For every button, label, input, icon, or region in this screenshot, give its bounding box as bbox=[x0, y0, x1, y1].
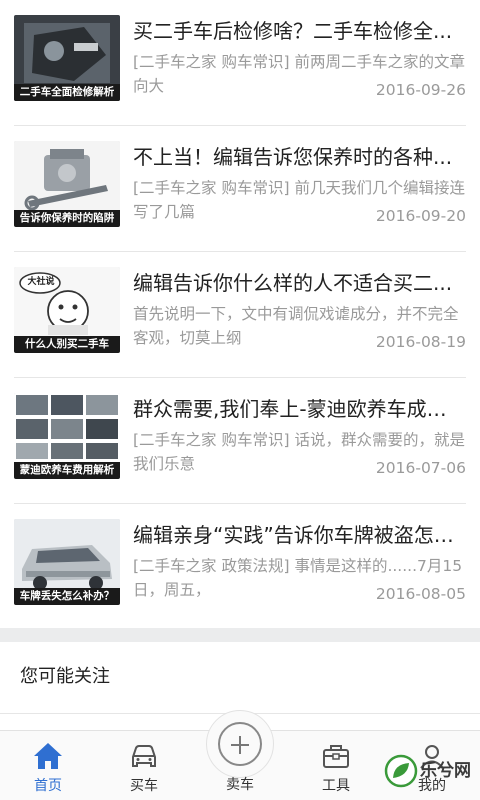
car-icon bbox=[132, 745, 156, 767]
article-item[interactable]: 车牌丢失怎么补办？ 编辑亲身“实践”告诉你车牌被盗怎么... [二手车之家 政策… bbox=[0, 504, 480, 630]
article-date: 2016-09-20 bbox=[369, 204, 466, 228]
article-title[interactable]: 编辑告诉你什么样的人不适合买二... bbox=[133, 268, 463, 298]
maybe-interested-section: 您可能关注 bbox=[0, 642, 480, 714]
site-watermark: 乐兮网 bbox=[384, 750, 480, 800]
article-date: 2016-08-19 bbox=[369, 330, 466, 354]
article-item[interactable]: 蒙迪欧养车费用解析 群众需要,我们奉上-蒙迪欧养车成本... [二手车之家 购车… bbox=[0, 378, 480, 504]
tab-buy-car[interactable]: 买车 bbox=[96, 731, 192, 800]
thumbnail-caption: 车牌丢失怎么补办？ bbox=[14, 588, 120, 605]
thumbnail-caption: 告诉你保养时的陷阱 bbox=[14, 210, 120, 227]
thumbnail-badge: 大社说 bbox=[27, 277, 55, 287]
thumbnail-caption: 蒙迪欧养车费用解析 bbox=[14, 462, 120, 479]
watermark-text: 乐兮网 bbox=[420, 761, 471, 781]
article-title[interactable]: 群众需要,我们奉上-蒙迪欧养车成本... bbox=[133, 394, 463, 424]
article-item[interactable]: 二手车全面检修解析 买二手车后检修啥？二手车检修全... [二手车之家 购车常识… bbox=[0, 0, 480, 126]
article-date: 2016-08-05 bbox=[369, 582, 466, 606]
leaf-logo-icon bbox=[384, 754, 418, 788]
home-icon bbox=[34, 743, 62, 769]
thumbnail-caption: 什么人别买二手车 bbox=[14, 336, 120, 353]
article-title[interactable]: 买二手车后检修啥？二手车检修全... bbox=[133, 16, 463, 46]
tab-label: 买车 bbox=[130, 778, 158, 794]
tab-label: 工具 bbox=[322, 778, 350, 794]
section-separator bbox=[0, 628, 480, 642]
article-thumbnail: 车牌丢失怎么补办？ bbox=[14, 519, 120, 605]
article-thumbnail: 大社说 什么人别买二手车 bbox=[14, 267, 120, 353]
article-thumbnail: 告诉你保养时的陷阱 bbox=[14, 141, 120, 227]
tab-label: 首页 bbox=[34, 778, 62, 794]
article-item[interactable]: 告诉你保养时的陷阱 不上当！编辑告诉您保养时的各种... [二手车之家 购车常识… bbox=[0, 126, 480, 252]
section-title: 您可能关注 bbox=[20, 666, 110, 687]
toolbox-icon bbox=[323, 745, 349, 768]
sell-car-button[interactable] bbox=[206, 710, 274, 778]
article-thumbnail: 蒙迪欧养车费用解析 bbox=[14, 393, 120, 479]
article-date: 2016-07-06 bbox=[369, 456, 466, 480]
tab-tools[interactable]: 工具 bbox=[288, 731, 384, 800]
thumbnail-caption: 二手车全面检修解析 bbox=[14, 84, 120, 101]
plus-icon bbox=[218, 722, 262, 766]
article-item[interactable]: 大社说 什么人别买二手车 编辑告诉你什么样的人不适合买二... 首先说明一下，文… bbox=[0, 252, 480, 378]
article-title[interactable]: 不上当！编辑告诉您保养时的各种... bbox=[133, 142, 463, 172]
tab-home[interactable]: 首页 bbox=[0, 731, 96, 800]
article-title[interactable]: 编辑亲身“实践”告诉你车牌被盗怎么... bbox=[133, 520, 463, 550]
article-date: 2016-09-26 bbox=[369, 78, 466, 102]
article-thumbnail: 二手车全面检修解析 bbox=[14, 15, 120, 101]
sell-car-label[interactable]: 卖车 bbox=[192, 774, 288, 794]
